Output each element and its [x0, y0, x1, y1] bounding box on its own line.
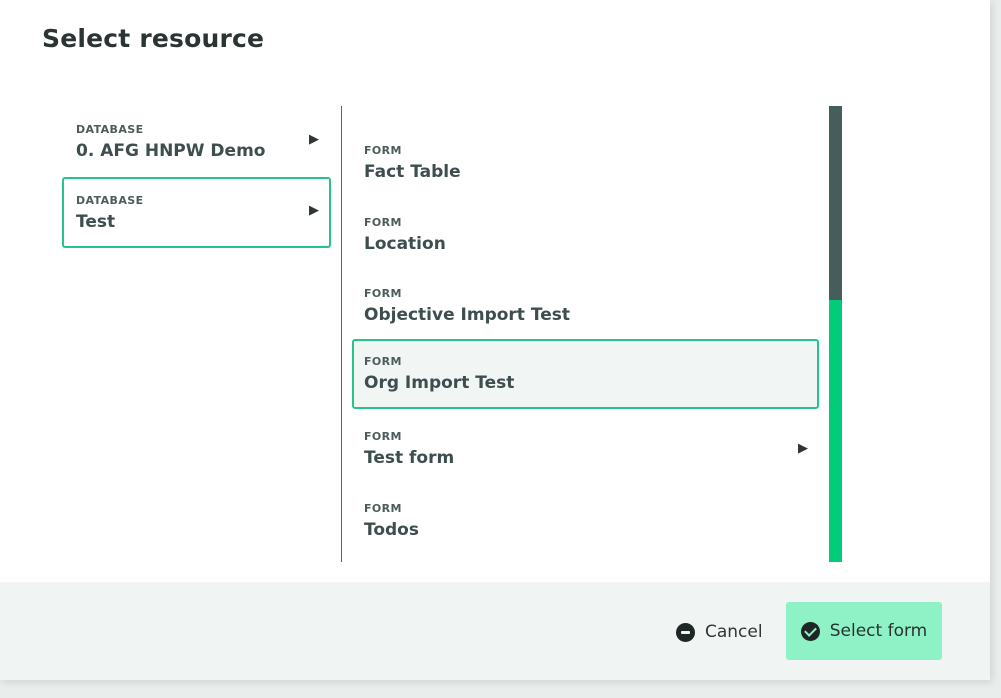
form-item-location[interactable]: FORM Location — [352, 200, 819, 270]
form-item-org-import-test[interactable]: FORM Org Import Test — [352, 339, 819, 409]
item-label: Location — [364, 234, 446, 254]
play-arrow-icon: ▶ — [798, 441, 808, 456]
form-item-todos[interactable]: FORM Todos — [352, 486, 819, 556]
dialog-title: Select resource — [42, 24, 265, 53]
item-type-label: FORM — [364, 216, 402, 229]
item-label: Fact Table — [364, 162, 461, 182]
item-label: 0. AFG HNPW Demo — [76, 141, 266, 161]
column-divider — [341, 106, 342, 562]
item-type-label: FORM — [364, 287, 402, 300]
cancel-button-label: Cancel — [705, 622, 763, 642]
check-circle-icon — [800, 621, 820, 641]
play-arrow-icon: ▶ — [309, 132, 319, 147]
list-item-partial — [352, 106, 819, 126]
item-type-label: FORM — [364, 502, 402, 515]
item-label: Org Import Test — [364, 373, 515, 393]
play-arrow-icon: ▶ — [309, 203, 319, 218]
cancel-button[interactable]: Cancel — [666, 606, 773, 658]
item-label: Test form — [364, 448, 455, 468]
select-resource-dialog: Select resource DATABASE 0. AFG HNPW Dem… — [0, 0, 990, 680]
list-scrollbar[interactable] — [829, 106, 842, 562]
minus-circle-icon — [676, 622, 695, 642]
form-list[interactable]: FORM Fact Table FORM Location FORM Objec… — [352, 106, 822, 562]
item-type-label: FORM — [364, 144, 402, 157]
item-type-label: FORM — [364, 355, 402, 368]
dialog-footer: Cancel Select form — [0, 582, 990, 680]
form-item-objective-import-test[interactable]: FORM Objective Import Test — [352, 271, 819, 341]
form-item-test-form[interactable]: FORM Test form ▶ — [352, 414, 819, 484]
select-form-button-label: Select form — [829, 621, 928, 641]
item-label: Todos — [364, 520, 419, 540]
form-item-fact-table[interactable]: FORM Fact Table — [352, 128, 819, 198]
scrolled-out-item-label — [362, 106, 809, 108]
item-type-label: DATABASE — [76, 194, 144, 207]
scrollbar-thumb[interactable] — [829, 106, 842, 300]
database-item-afg-hnpw-demo[interactable]: DATABASE 0. AFG HNPW Demo ▶ — [62, 106, 331, 177]
database-item-test[interactable]: DATABASE Test ▶ — [62, 177, 331, 248]
item-type-label: DATABASE — [76, 123, 144, 136]
item-label: Test — [76, 212, 116, 232]
select-form-button[interactable]: Select form — [786, 602, 942, 660]
item-label: Objective Import Test — [364, 305, 570, 325]
item-type-label: FORM — [364, 430, 402, 443]
